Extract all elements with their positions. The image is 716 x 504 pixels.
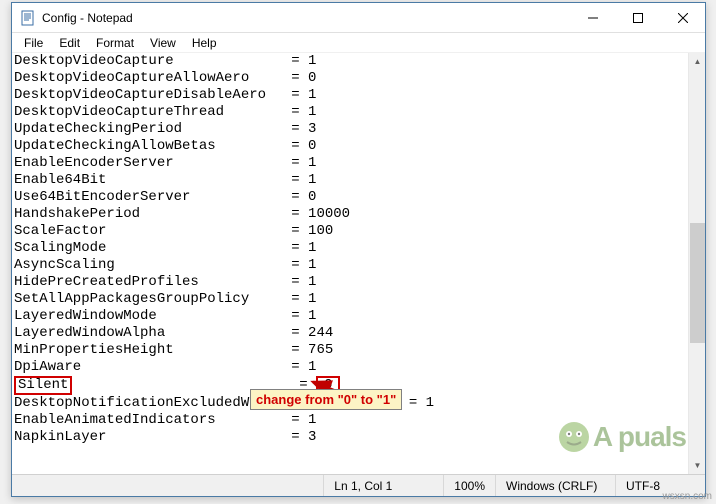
- config-line: NapkinLayer = 3: [14, 429, 686, 446]
- highlighted-key: Silent: [14, 376, 72, 395]
- statusbar: Ln 1, Col 1 100% Windows (CRLF) UTF-8: [12, 474, 705, 496]
- menu-format[interactable]: Format: [88, 34, 142, 52]
- vertical-scrollbar[interactable]: ▲ ▼: [688, 53, 705, 474]
- scroll-down-arrow[interactable]: ▼: [689, 457, 705, 474]
- config-line: MinPropertiesHeight = 765: [14, 342, 686, 359]
- menu-file[interactable]: File: [16, 34, 51, 52]
- corner-watermark: wsxsn.com: [663, 491, 712, 502]
- config-line: UpdateCheckingAllowBetas = 0: [14, 138, 686, 155]
- config-line: DesktopVideoCaptureDisableAero = 1: [14, 87, 686, 104]
- config-line: UpdateCheckingPeriod = 3: [14, 121, 686, 138]
- config-line: DpiAware = 1: [14, 359, 686, 376]
- config-line: EnableAnimatedIndicators = 1: [14, 412, 686, 429]
- content-area: DesktopVideoCapture = 1DesktopVideoCaptu…: [12, 53, 705, 474]
- config-line: LayeredWindowAlpha = 244: [14, 325, 686, 342]
- config-line: HidePreCreatedProfiles = 1: [14, 274, 686, 291]
- notepad-window: Config - Notepad File Edit Format View H…: [11, 2, 706, 497]
- window-controls: [570, 3, 705, 32]
- menu-view[interactable]: View: [142, 34, 184, 52]
- config-line: LayeredWindowMode = 1: [14, 308, 686, 325]
- notepad-icon: [20, 10, 36, 26]
- window-title: Config - Notepad: [42, 11, 570, 25]
- config-line: DesktopVideoCaptureThread = 1: [14, 104, 686, 121]
- config-line: AsyncScaling = 1: [14, 257, 686, 274]
- scroll-thumb[interactable]: [690, 223, 705, 343]
- maximize-button[interactable]: [615, 3, 660, 32]
- titlebar[interactable]: Config - Notepad: [12, 3, 705, 33]
- scroll-up-arrow[interactable]: ▲: [689, 53, 705, 70]
- status-position: Ln 1, Col 1: [323, 475, 443, 496]
- config-line: Use64BitEncoderServer = 0: [14, 189, 686, 206]
- annotation-text: change from "0" to "1": [256, 392, 396, 407]
- menu-help[interactable]: Help: [184, 34, 225, 52]
- config-line: ScaleFactor = 100: [14, 223, 686, 240]
- status-line-ending: Windows (CRLF): [495, 475, 615, 496]
- config-line: EnableEncoderServer = 1: [14, 155, 686, 172]
- close-button[interactable]: [660, 3, 705, 32]
- config-line: DesktopVideoCaptureAllowAero = 0: [14, 70, 686, 87]
- config-line: HandshakePeriod = 10000: [14, 206, 686, 223]
- config-line: DesktopVideoCapture = 1: [14, 53, 686, 70]
- menu-edit[interactable]: Edit: [51, 34, 88, 52]
- status-zoom: 100%: [443, 475, 495, 496]
- menubar: File Edit Format View Help: [12, 33, 705, 53]
- text-editor[interactable]: DesktopVideoCapture = 1DesktopVideoCaptu…: [12, 53, 688, 474]
- minimize-button[interactable]: [570, 3, 615, 32]
- config-line: Enable64Bit = 1: [14, 172, 686, 189]
- config-line: SetAllAppPackagesGroupPolicy = 1: [14, 291, 686, 308]
- annotation-callout: change from "0" to "1": [250, 389, 402, 410]
- config-line: ScalingMode = 1: [14, 240, 686, 257]
